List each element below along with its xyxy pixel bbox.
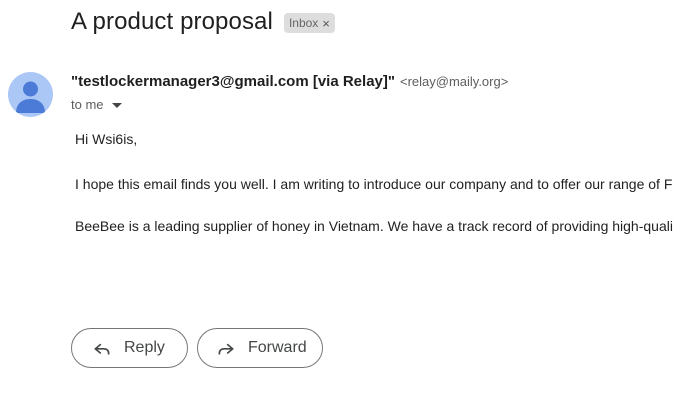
remove-label-icon[interactable]: ×: [322, 17, 330, 30]
body-paragraph-2: BeeBee is a leading supplier of honey in…: [75, 218, 673, 234]
recipient-text: to me: [71, 97, 104, 112]
body-greeting: Hi Wsi6is,: [75, 131, 138, 147]
forward-label: Forward: [248, 339, 307, 356]
inbox-label-chip[interactable]: Inbox ×: [283, 13, 335, 33]
body-paragraph-1: I hope this email finds you well. I am w…: [75, 176, 673, 192]
subject-row: A product proposal Inbox ×: [71, 8, 335, 36]
reply-button[interactable]: Reply: [71, 328, 188, 368]
reply-arrow-icon: [92, 338, 112, 358]
recipient-row: to me: [71, 97, 122, 112]
email-subject: A product proposal: [71, 8, 273, 35]
label-text: Inbox: [288, 16, 319, 30]
sender-name[interactable]: "testlockermanager3@gmail.com [via Relay…: [71, 73, 395, 90]
sender-avatar-icon[interactable]: [8, 72, 53, 117]
forward-button[interactable]: Forward: [197, 328, 323, 368]
caret-down-icon[interactable]: [111, 103, 122, 108]
sender-row: "testlockermanager3@gmail.com [via Relay…: [71, 73, 508, 90]
sender-email: <relay@maily.org>: [399, 74, 509, 89]
reply-label: Reply: [124, 339, 165, 356]
email-view: A product proposal Inbox × "testlockerma…: [0, 0, 698, 403]
forward-arrow-icon: [216, 338, 236, 358]
